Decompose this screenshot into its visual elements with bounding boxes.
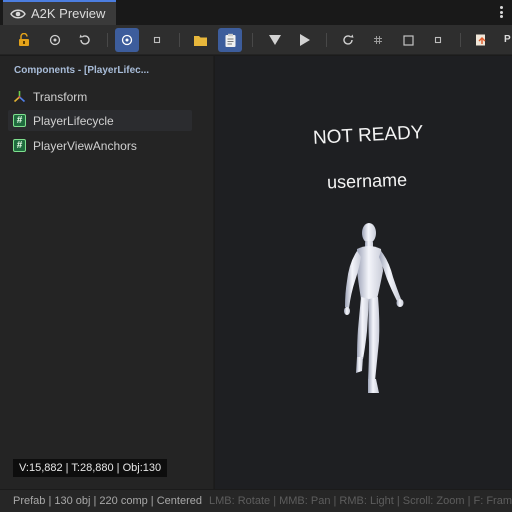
toolbar-separator xyxy=(107,33,108,47)
clipboard-icon[interactable] xyxy=(218,28,242,52)
grid-icon[interactable] xyxy=(366,28,390,52)
humanoid-figure xyxy=(344,223,404,393)
components-panel: Components - [PlayerLifec... Transform #… xyxy=(0,56,214,489)
reset-icon[interactable] xyxy=(73,28,97,52)
refresh-icon[interactable] xyxy=(336,28,360,52)
target-icon[interactable] xyxy=(43,28,67,52)
small-square-icon[interactable] xyxy=(426,28,450,52)
toolbar-separator xyxy=(326,33,327,47)
play-icon[interactable] xyxy=(293,28,317,52)
tab-title: A2K Preview xyxy=(31,6,106,21)
preview-tab[interactable]: A2K Preview xyxy=(3,0,116,25)
panel-header: Components - [PlayerLifec... xyxy=(14,65,150,76)
script-hash-icon: # xyxy=(13,114,26,127)
component-label: PlayerViewAnchors xyxy=(33,138,137,153)
render-stats-overlay: V:15,882 | T:28,880 | Obj:130 xyxy=(13,459,168,477)
export-icon[interactable] xyxy=(469,28,493,52)
eye-icon xyxy=(10,8,26,20)
play-down-icon[interactable] xyxy=(263,28,287,52)
kebab-menu-icon[interactable] xyxy=(496,5,506,19)
title-bar: A2K Preview xyxy=(0,0,512,25)
frame-square-icon[interactable] xyxy=(396,28,420,52)
toolbar-overflow-label[interactable]: P xyxy=(504,34,511,45)
toolbar-separator xyxy=(460,33,461,47)
toolbar-separator xyxy=(252,33,253,47)
center-pivot-icon[interactable] xyxy=(115,28,139,52)
folder-icon[interactable] xyxy=(188,28,212,52)
small-square-icon[interactable] xyxy=(145,28,169,52)
component-label: PlayerLifecycle xyxy=(33,113,114,128)
component-label: Transform xyxy=(33,89,88,104)
username-label: username xyxy=(326,169,408,193)
toolbar: P xyxy=(0,25,512,55)
toolbar-separator xyxy=(179,33,180,47)
status-bar: Prefab | 130 obj | 220 comp | Centered L… xyxy=(0,489,512,512)
component-item-playerviewanchors[interactable]: # PlayerViewAnchors xyxy=(8,135,192,156)
component-item-transform[interactable]: Transform xyxy=(8,86,192,107)
transform-axes-icon xyxy=(13,90,26,103)
control-hints: LMB: Rotate | MMB: Pan | RMB: Light | Sc… xyxy=(209,495,512,507)
scene-summary: Prefab | 130 obj | 220 comp | Centered xyxy=(13,495,202,507)
preview-viewport[interactable]: NOT READY username xyxy=(215,56,512,489)
ready-status-label: NOT READY xyxy=(312,122,424,149)
script-hash-icon: # xyxy=(13,139,26,152)
lock-open-icon[interactable] xyxy=(12,28,36,52)
component-item-playerlifecycle[interactable]: # PlayerLifecycle xyxy=(8,110,192,131)
